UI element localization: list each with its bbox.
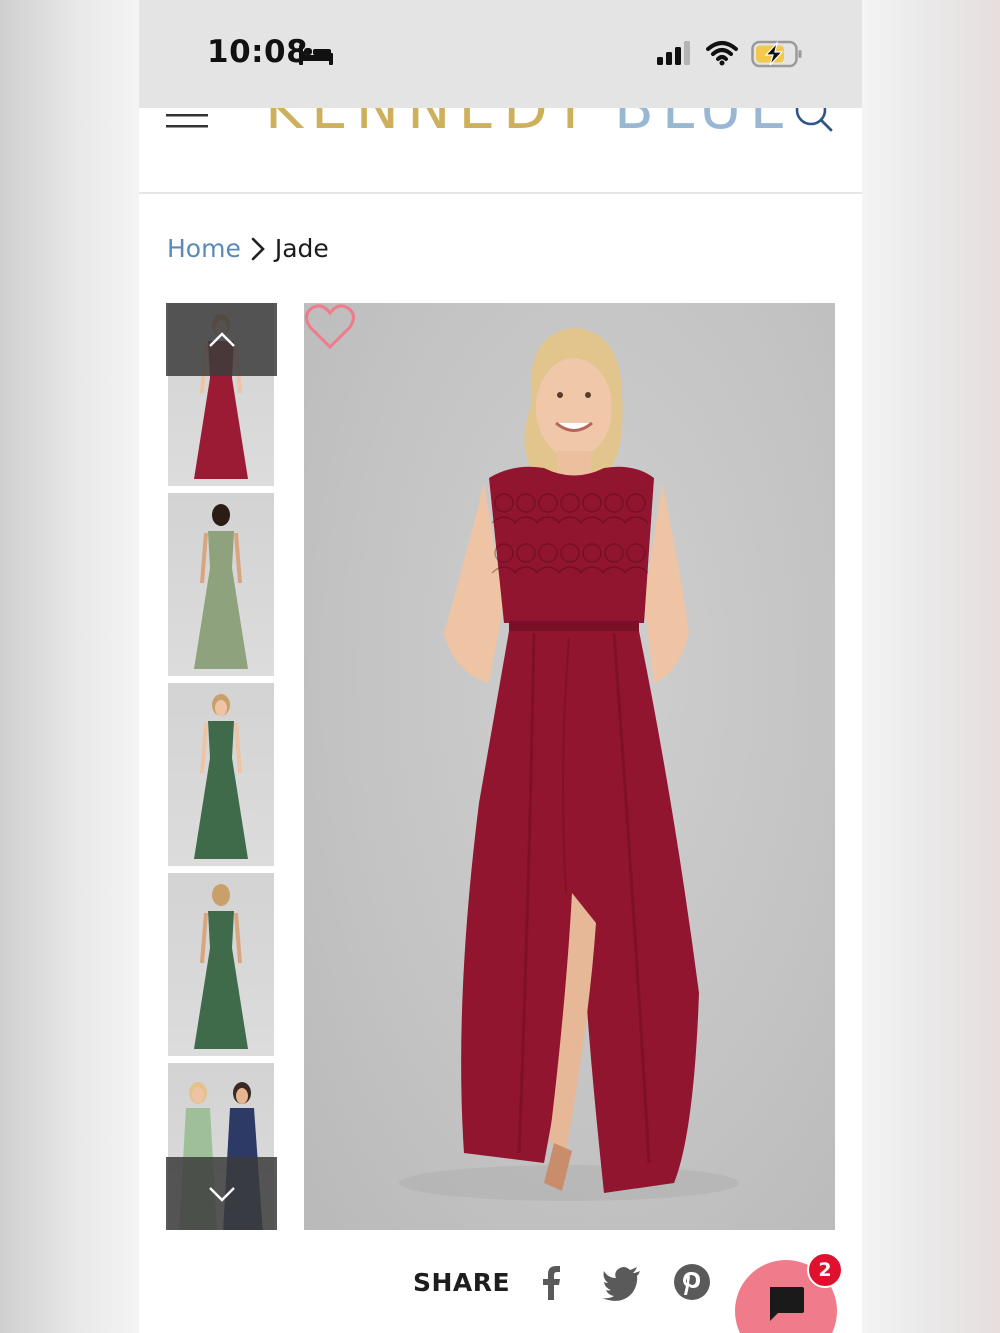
gallery-thumbnail[interactable]	[168, 873, 274, 1059]
thumbnail-strip	[166, 303, 277, 1230]
breadcrumb: Home Jade	[167, 234, 329, 263]
dress-model-photo	[399, 328, 739, 1201]
main-product-image[interactable]	[304, 303, 835, 1230]
cellular-signal-icon	[657, 41, 690, 65]
twitter-icon[interactable]	[602, 1262, 642, 1302]
breadcrumb-current: Jade	[274, 234, 329, 263]
gallery-thumbnail[interactable]	[168, 683, 274, 869]
breadcrumb-home-link[interactable]: Home	[167, 234, 241, 263]
brand-logo[interactable]: KENNEDY BLUE	[265, 108, 794, 142]
share-row: SHARE	[413, 1262, 712, 1302]
pinterest-icon[interactable]	[672, 1262, 712, 1302]
wifi-icon	[706, 41, 738, 66]
chat-bubble-icon	[770, 1287, 804, 1321]
chat-notification-badge: 2	[807, 1252, 843, 1288]
thumbnail-photo	[194, 694, 248, 859]
heart-icon[interactable]	[304, 303, 356, 351]
status-time: 10:08	[207, 34, 309, 70]
share-label: SHARE	[413, 1267, 511, 1297]
chevron-right-icon	[251, 237, 265, 260]
sleep-focus-icon	[299, 45, 333, 65]
site-header: KENNEDY BLUE	[139, 108, 862, 194]
facebook-icon[interactable]	[532, 1262, 572, 1302]
thumbnail-scroll-up-button[interactable]	[166, 303, 277, 376]
thumbnail-scroll-down-button[interactable]	[166, 1157, 277, 1230]
chevron-up-icon	[208, 331, 235, 347]
status-bar: 10:08	[139, 0, 862, 108]
brand-logo-blue: BLUE	[614, 108, 795, 142]
chevron-down-icon	[208, 1186, 235, 1202]
thumbnail-photo	[194, 504, 248, 669]
menu-icon[interactable]	[166, 110, 208, 134]
brand-logo-kennedy: KENNEDY	[265, 108, 597, 142]
thumbnail-photo	[194, 884, 248, 1049]
search-icon[interactable]	[793, 108, 837, 138]
gallery-thumbnail[interactable]	[168, 493, 274, 679]
battery-charging-icon	[751, 40, 802, 68]
phone-screen: 10:08 KENNEDY BLUE Home Jade SHARE 2	[139, 0, 862, 1333]
